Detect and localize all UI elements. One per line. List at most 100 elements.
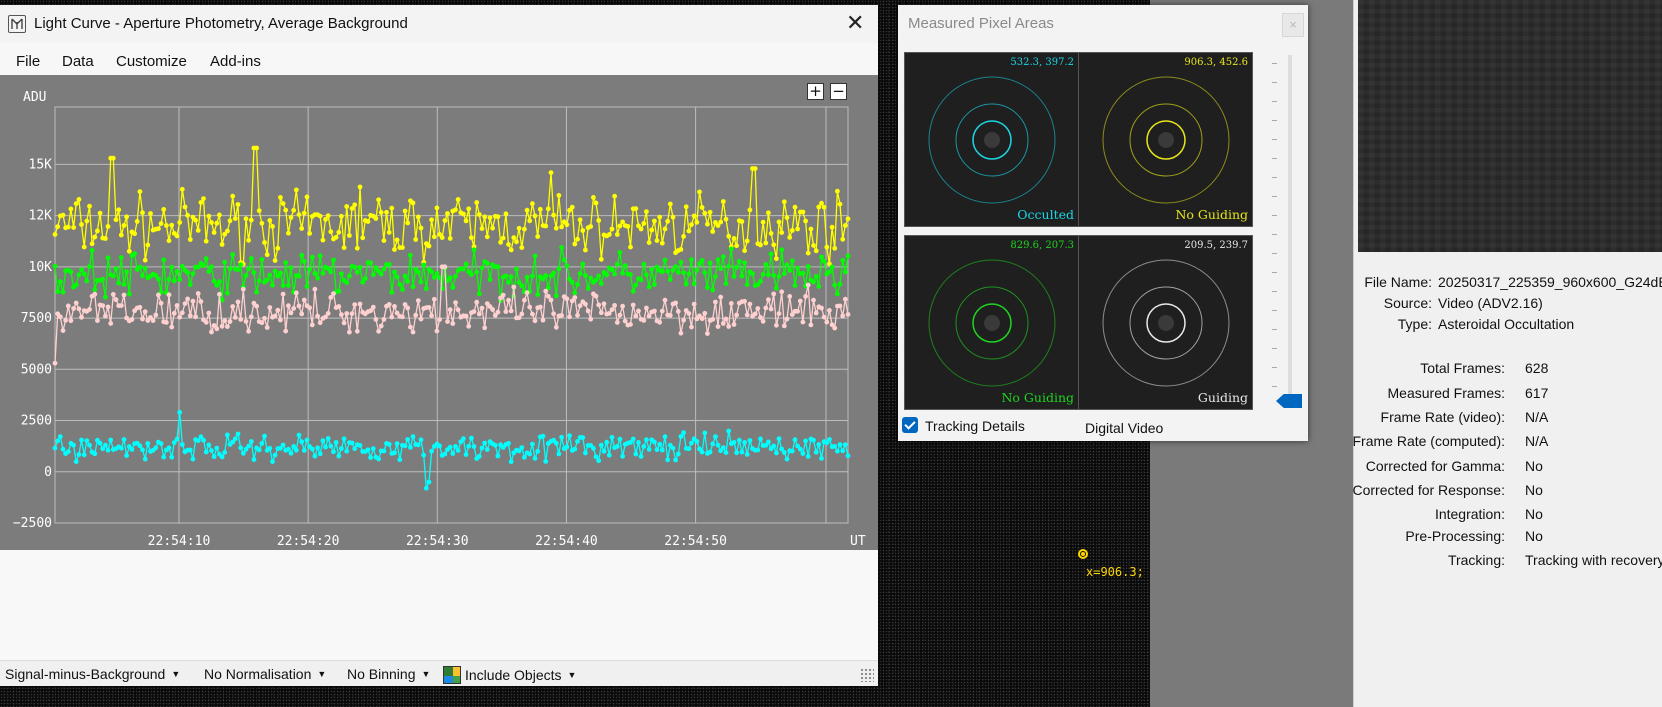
data-point bbox=[264, 277, 270, 283]
data-point bbox=[174, 233, 180, 239]
data-point bbox=[410, 434, 416, 439]
slider-track[interactable] bbox=[1288, 55, 1292, 405]
menu-file[interactable]: File bbox=[16, 53, 40, 70]
data-point bbox=[333, 234, 339, 240]
data-point bbox=[840, 236, 846, 242]
data-point bbox=[596, 302, 602, 308]
close-icon[interactable]: ✕ bbox=[846, 12, 864, 34]
data-point bbox=[60, 212, 66, 218]
pixel-area-tile[interactable]: 209.5, 239.7 Guiding bbox=[1078, 235, 1253, 410]
data-point bbox=[354, 328, 360, 334]
pixel-area-tile[interactable]: 906.3, 452.6 No Guiding bbox=[1078, 52, 1253, 227]
data-point bbox=[246, 328, 252, 334]
data-point bbox=[209, 329, 214, 335]
x-tick-label: 22:54:20 bbox=[277, 534, 340, 549]
normalisation-dropdown[interactable]: No Normalisation ▼ bbox=[204, 666, 326, 682]
data-point bbox=[76, 197, 82, 202]
data-point bbox=[426, 479, 432, 485]
data-point bbox=[76, 272, 82, 278]
data-point bbox=[68, 269, 74, 275]
slider-thumb[interactable] bbox=[1276, 394, 1302, 408]
resize-grip-icon[interactable] bbox=[860, 668, 874, 682]
data-point bbox=[463, 452, 469, 457]
data-point bbox=[121, 223, 127, 228]
data-point bbox=[103, 313, 108, 319]
data-point bbox=[293, 187, 299, 193]
data-point bbox=[222, 259, 228, 265]
info-label: Corrected for Gamma: bbox=[1365, 458, 1505, 474]
app-icon bbox=[8, 15, 26, 33]
data-point bbox=[174, 436, 180, 442]
binning-dropdown[interactable]: No Binning ▼ bbox=[347, 666, 430, 682]
data-point bbox=[270, 459, 275, 464]
data-point bbox=[519, 445, 525, 450]
data-point bbox=[140, 210, 145, 216]
data-point bbox=[575, 439, 580, 444]
tracking-details-checkbox[interactable] bbox=[902, 417, 918, 433]
data-point bbox=[495, 264, 501, 270]
light-curve-window: Light Curve - Aperture Photometry, Avera… bbox=[0, 5, 878, 686]
menu-data[interactable]: Data bbox=[62, 53, 94, 70]
slider-tick bbox=[1272, 386, 1277, 387]
info-label: Type: bbox=[1397, 316, 1432, 332]
data-point bbox=[638, 277, 644, 283]
data-point bbox=[482, 440, 488, 446]
data-point bbox=[482, 214, 488, 220]
data-point bbox=[389, 205, 395, 211]
data-point bbox=[339, 446, 344, 451]
data-point bbox=[519, 311, 525, 317]
data-point bbox=[124, 269, 129, 275]
data-point bbox=[296, 432, 302, 438]
data-point bbox=[657, 441, 663, 447]
data-point bbox=[551, 212, 556, 218]
data-point bbox=[134, 219, 140, 224]
data-point bbox=[193, 217, 199, 223]
data-point bbox=[670, 445, 676, 451]
menu-customize[interactable]: Customize bbox=[116, 53, 187, 70]
data-point bbox=[408, 324, 413, 330]
data-point bbox=[633, 451, 639, 457]
slider-tick bbox=[1272, 291, 1277, 292]
data-point bbox=[789, 258, 795, 264]
data-point bbox=[837, 303, 843, 309]
data-point bbox=[699, 316, 705, 322]
data-point bbox=[484, 234, 490, 240]
data-point bbox=[291, 207, 297, 213]
title-bar[interactable]: Light Curve - Aperture Photometry, Avera… bbox=[0, 5, 878, 43]
data-point bbox=[381, 266, 387, 272]
data-point bbox=[357, 264, 363, 270]
zoom-in-button[interactable]: + bbox=[807, 83, 824, 100]
data-point bbox=[736, 437, 742, 443]
pixel-area-tile[interactable]: 829.6, 207.3 No Guiding bbox=[904, 235, 1079, 410]
data-point bbox=[766, 210, 771, 216]
data-point bbox=[840, 448, 846, 454]
pixel-area-tile[interactable]: 532.3, 397.2 Occulted bbox=[904, 52, 1079, 227]
data-point bbox=[126, 248, 132, 254]
objects-dropdown[interactable]: Include Objects ▼ bbox=[443, 666, 576, 684]
data-point bbox=[325, 436, 331, 441]
data-point bbox=[413, 312, 419, 318]
data-point bbox=[267, 305, 273, 310]
data-point bbox=[702, 270, 708, 276]
light-curve-chart[interactable]: −2500 0 2500 5000 7500 10K 12K 15K 22:54:10 22:54… bbox=[0, 75, 878, 550]
data-point bbox=[206, 310, 212, 316]
objects-label: Include Objects bbox=[465, 667, 562, 683]
data-point bbox=[543, 223, 549, 229]
info-label: Total Frames: bbox=[1420, 360, 1505, 376]
info-value: N/A bbox=[1525, 409, 1549, 425]
data-point bbox=[259, 320, 265, 326]
signal-mode-dropdown[interactable]: Signal-minus-Background ▼ bbox=[5, 666, 180, 682]
data-point bbox=[652, 218, 657, 224]
data-point bbox=[522, 226, 527, 232]
menu-add-ins[interactable]: Add-ins bbox=[210, 53, 261, 70]
data-point bbox=[429, 313, 434, 319]
data-point bbox=[331, 291, 336, 296]
zoom-out-button[interactable]: − bbox=[830, 83, 847, 100]
series-line bbox=[54, 412, 849, 489]
data-point bbox=[177, 220, 183, 225]
data-point bbox=[288, 265, 294, 270]
data-point bbox=[686, 271, 692, 277]
data-point bbox=[286, 230, 291, 236]
slider-tick bbox=[1272, 310, 1277, 311]
close-button[interactable]: × bbox=[1282, 13, 1304, 37]
